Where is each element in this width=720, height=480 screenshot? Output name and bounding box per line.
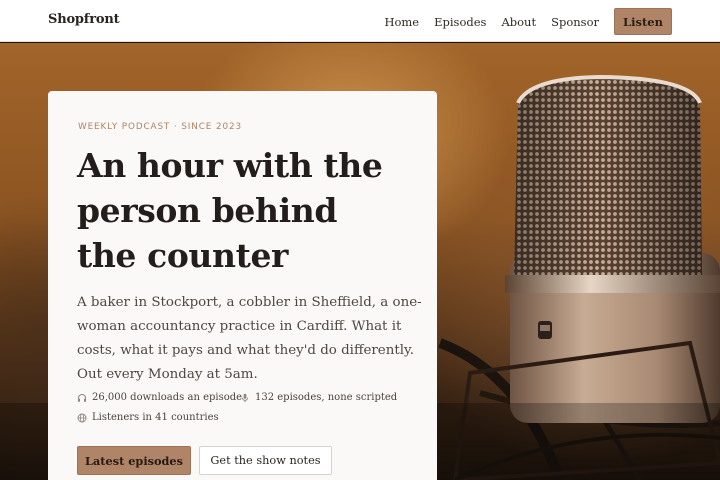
eyebrow-label: Weekly podcast · Since 2023 (78, 122, 242, 132)
nav-link-home[interactable]: Home (384, 15, 419, 29)
stat-downloads: 26,000 downloads an episode (77, 392, 242, 403)
hero-title-line: An hour with the (77, 146, 383, 185)
hero-title-line: the counter (77, 236, 289, 275)
latest-episodes-button[interactable]: Latest episodes (77, 446, 191, 475)
nav-link-sponsor[interactable]: Sponsor (551, 15, 599, 29)
hero-title-line: person behind (77, 191, 337, 230)
description-line: costs, what it pays and what they'd do d… (77, 343, 415, 358)
nav-link-episodes[interactable]: Episodes (434, 15, 486, 29)
stat-downloads-text: 26,000 downloads an episode (92, 392, 243, 403)
stat-countries: Listeners in 41 countries (77, 412, 219, 423)
stat-episodes: 132 episodes, none scripted (240, 392, 397, 403)
description-line: Out every Monday at 5am. (77, 367, 258, 382)
microphone-icon (241, 393, 249, 402)
hero-description: A baker in Stockport, a cobbler in Sheff… (77, 291, 422, 387)
hero-title: An hour with the person behind the count… (77, 143, 417, 278)
stat-episodes-text: 132 episodes, none scripted (255, 392, 398, 403)
site-header: Shopfront Home Episodes About Sponsor Li… (0, 0, 720, 42)
main-nav: Home Episodes About Sponsor Listen (369, 8, 672, 35)
hero-card: Weekly podcast · Since 2023 An hour with… (48, 91, 437, 480)
headphones-icon (78, 393, 86, 402)
description-line: woman accountancy practice in Cardiff. W… (77, 319, 402, 334)
show-notes-button[interactable]: Get the show notes (199, 446, 332, 475)
globe-icon (77, 413, 87, 422)
nav-link-about[interactable]: About (501, 15, 536, 29)
listen-button[interactable]: Listen (614, 8, 672, 35)
stat-countries-text: Listeners in 41 countries (92, 412, 219, 423)
description-line: A baker in Stockport, a cobbler in Sheff… (77, 295, 422, 310)
brand-logo[interactable]: Shopfront (48, 12, 120, 27)
